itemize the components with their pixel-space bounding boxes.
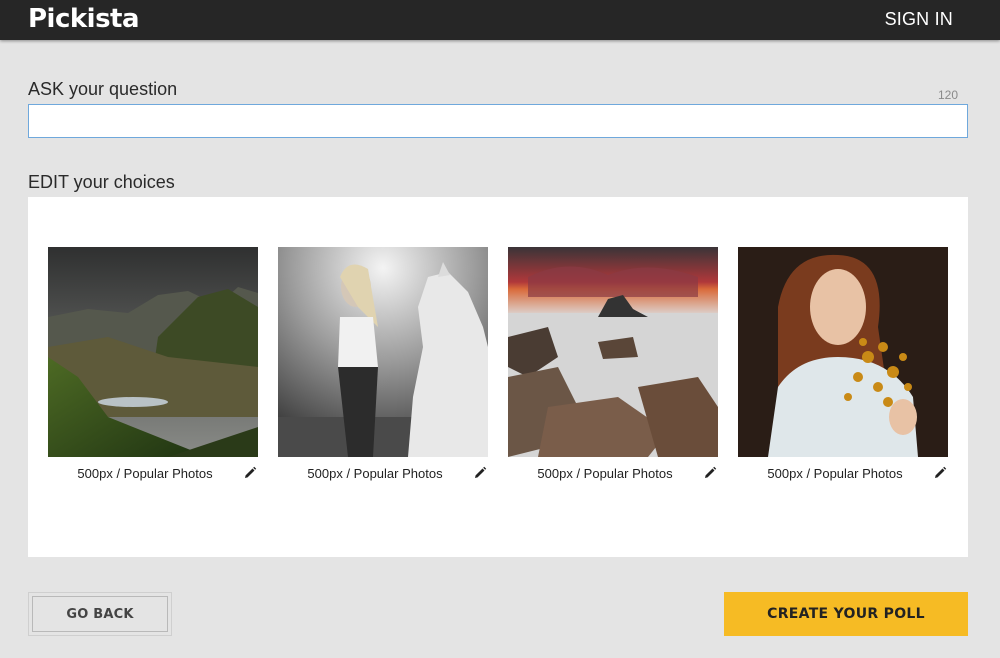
choices-panel: 500px / Popular Photos 500px / Popular P… (28, 197, 968, 557)
pencil-edit-icon[interactable] (932, 465, 948, 481)
choice-card: 500px / Popular Photos (738, 247, 948, 487)
choice-source-label: 500px / Popular Photos (307, 466, 443, 481)
choice-source-label: 500px / Popular Photos (537, 466, 673, 481)
top-bar: Pickista SIGN IN (0, 0, 1000, 40)
pencil-edit-icon[interactable] (242, 465, 258, 481)
choice-source-label: 500px / Popular Photos (77, 466, 213, 481)
question-input[interactable] (28, 104, 968, 138)
char-counter: 120 (937, 88, 958, 102)
woman-with-white-horse-icon[interactable] (278, 247, 488, 457)
woman-with-flowers-icon[interactable] (738, 247, 948, 457)
rocky-seascape-sunset-icon[interactable] (508, 247, 718, 457)
question-label: ASK your question (28, 79, 178, 99)
pencil-edit-icon[interactable] (702, 465, 718, 481)
choice-caption: 500px / Popular Photos (48, 463, 258, 487)
choice-card: 500px / Popular Photos (48, 247, 258, 487)
choice-caption: 500px / Popular Photos (738, 463, 948, 487)
choice-caption: 500px / Popular Photos (278, 463, 488, 487)
go-back-label: GO BACK (32, 596, 168, 632)
go-back-button[interactable]: GO BACK (28, 592, 172, 636)
pickista-logo[interactable]: Pickista (28, 4, 140, 34)
pencil-edit-icon[interactable] (472, 465, 488, 481)
create-poll-button[interactable]: CREATE YOUR POLL (724, 592, 968, 636)
choice-card: 500px / Popular Photos (508, 247, 718, 487)
mountain-valley-landscape-icon[interactable] (48, 247, 258, 457)
choice-source-label: 500px / Popular Photos (767, 466, 903, 481)
choice-card: 500px / Popular Photos (278, 247, 488, 487)
choices-label: EDIT your choices (28, 172, 175, 192)
choice-caption: 500px / Popular Photos (508, 463, 718, 487)
sign-in-link[interactable]: SIGN IN (885, 9, 953, 30)
